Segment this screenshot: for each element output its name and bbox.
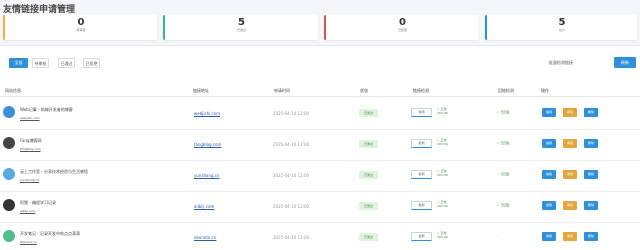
apply-date: 2025-04-10 12:00 — [273, 142, 310, 147]
site-url[interactable]: fangblog.com — [20, 147, 41, 151]
check-result: ✓ 正常 200 OK — [437, 231, 448, 239]
link-address[interactable]: webjishi.com — [194, 111, 220, 116]
delete-button[interactable]: 删除 — [584, 201, 598, 210]
tab-all[interactable]: 全部 — [9, 58, 28, 68]
check-result-code: 200 OK — [437, 173, 449, 177]
table-row: Web记事 - 前端开发者的博客 webjishi.com webjishi.c… — [0, 99, 640, 130]
check-result: ✓ 正常 200 OK — [437, 200, 448, 208]
table-row: 阿狸 - 编程学习记录 alibiji.com alibiji.com 2025… — [0, 192, 640, 223]
edit-button[interactable]: 编辑 — [542, 139, 556, 148]
check-button[interactable]: 检测 — [411, 108, 432, 117]
site-url[interactable]: alibiji.com — [20, 209, 35, 213]
site-name: 开发笔记 - 记录开发中的点点滴滴 — [20, 231, 80, 236]
column-header: 状态 — [360, 88, 368, 93]
batch-check-link[interactable]: 批量检测链接 — [549, 60, 573, 66]
link-address[interactable]: alibiji.com — [194, 204, 214, 209]
edit-button[interactable]: 编辑 — [542, 232, 556, 241]
backlink-status: ✓ 已回链 — [497, 110, 510, 114]
refresh-button[interactable]: 刷新 — [614, 57, 636, 68]
stat-card-pending: 0 待审核 — [3, 15, 157, 40]
site-url[interactable]: webjishi.com — [20, 116, 40, 120]
stat-value: 0 — [77, 17, 85, 28]
site-name: Fang博客网 — [20, 138, 42, 143]
site-logo-icon — [3, 230, 15, 242]
status-badge: 已通过 — [359, 109, 378, 117]
status-badge: 已通过 — [359, 140, 378, 148]
column-header: 网站信息 — [5, 88, 21, 93]
table-row: 云上工作室 - 分享技术经验与生活感悟 yunshang.cn yunshang… — [0, 161, 640, 192]
stat-card-rejected: 0 已拒绝 — [324, 15, 479, 40]
column-header: 链接检测 — [413, 88, 429, 93]
tab-pending[interactable]: 待审核 — [32, 58, 49, 68]
stat-card-approved: 5 已通过 — [163, 15, 318, 40]
delete-button[interactable]: 删除 — [584, 139, 598, 148]
backlink-status: - — [497, 234, 499, 238]
table-row: Fang博客网 fangblog.com fangblog.com 2025-0… — [0, 130, 640, 161]
apply-date: 2025-04-10 12:00 — [273, 111, 310, 116]
column-header: 申请时间 — [274, 88, 290, 93]
page-title: 友情链接申请管理 — [3, 5, 76, 15]
apply-date: 2025-04-10 12:00 — [273, 173, 310, 178]
check-result: ✓ 正常 200 OK — [437, 107, 448, 115]
stat-card-total: 5 总计 — [485, 15, 637, 40]
check-result-code: 200 OK — [437, 142, 449, 146]
review-button[interactable]: 审核 — [563, 139, 577, 148]
tab-rejected[interactable]: 已拒绝 — [83, 58, 100, 68]
stat-label: 已拒绝 — [397, 28, 407, 32]
site-name: 阿狸 - 编程学习记录 — [20, 200, 56, 205]
delete-button[interactable]: 删除 — [584, 232, 598, 241]
review-button[interactable]: 审核 — [563, 201, 577, 210]
link-address[interactable]: yunshang.cn — [194, 173, 220, 178]
status-badge: 已通过 — [359, 171, 378, 179]
header-divider — [0, 96, 640, 97]
apply-date: 2025-04-10 12:00 — [273, 235, 310, 240]
stat-label: 待审核 — [76, 28, 86, 32]
check-button[interactable]: 检测 — [411, 139, 432, 148]
delete-button[interactable]: 删除 — [584, 108, 598, 117]
check-result-code: 200 OK — [437, 111, 449, 115]
review-button[interactable]: 审核 — [563, 108, 577, 117]
check-button[interactable]: 检测 — [411, 232, 432, 241]
link-address[interactable]: fangblog.com — [194, 142, 221, 147]
stat-value: 5 — [238, 17, 245, 28]
status-badge: 已通过 — [359, 202, 378, 210]
delete-button[interactable]: 删除 — [584, 170, 598, 179]
check-result: ✓ 正常 200 OK — [437, 138, 448, 146]
edit-button[interactable]: 编辑 — [542, 170, 556, 179]
site-logo-icon — [3, 137, 15, 149]
site-logo-icon — [3, 106, 15, 118]
check-result: ✓ 正常 200 OK — [437, 169, 448, 177]
site-url[interactable]: devnote.cn — [20, 240, 37, 244]
edit-button[interactable]: 编辑 — [542, 201, 556, 210]
check-result-code: 200 OK — [437, 235, 449, 239]
column-header: 链接地址 — [193, 88, 209, 93]
backlink-status: ✓ 已回链 — [497, 141, 510, 145]
site-name: 云上工作室 - 分享技术经验与生活感悟 — [20, 169, 88, 174]
stat-value: 5 — [558, 17, 566, 28]
site-name: Web记事 - 前端开发者的博客 — [20, 107, 73, 112]
stat-label: 总计 — [558, 28, 565, 32]
backlink-status: ✓ 已回链 — [497, 172, 510, 176]
stat-label: 已通过 — [236, 28, 246, 32]
backlink-status: ✓ 已回链 — [497, 203, 510, 207]
site-logo-icon — [3, 199, 15, 211]
review-button[interactable]: 审核 — [563, 170, 577, 179]
column-header: 操作 — [541, 88, 549, 93]
column-header: 回链检测 — [498, 88, 514, 93]
status-badge: 已通过 — [359, 233, 378, 241]
site-url[interactable]: yunshang.cn — [20, 178, 39, 182]
edit-button[interactable]: 编辑 — [542, 108, 556, 117]
stat-value: 0 — [399, 17, 406, 28]
apply-date: 2025-04-10 12:00 — [273, 204, 310, 209]
site-logo-icon — [3, 168, 15, 180]
link-address[interactable]: devnote.cn — [194, 235, 216, 240]
table-row: 开发笔记 - 记录开发中的点点滴滴 devnote.cn devnote.cn … — [0, 223, 640, 250]
review-button[interactable]: 审核 — [563, 232, 577, 241]
check-result-code: 200 OK — [437, 204, 449, 208]
check-button[interactable]: 检测 — [411, 201, 432, 210]
tab-approved[interactable]: 已通过 — [58, 58, 75, 68]
check-button[interactable]: 检测 — [411, 170, 432, 179]
